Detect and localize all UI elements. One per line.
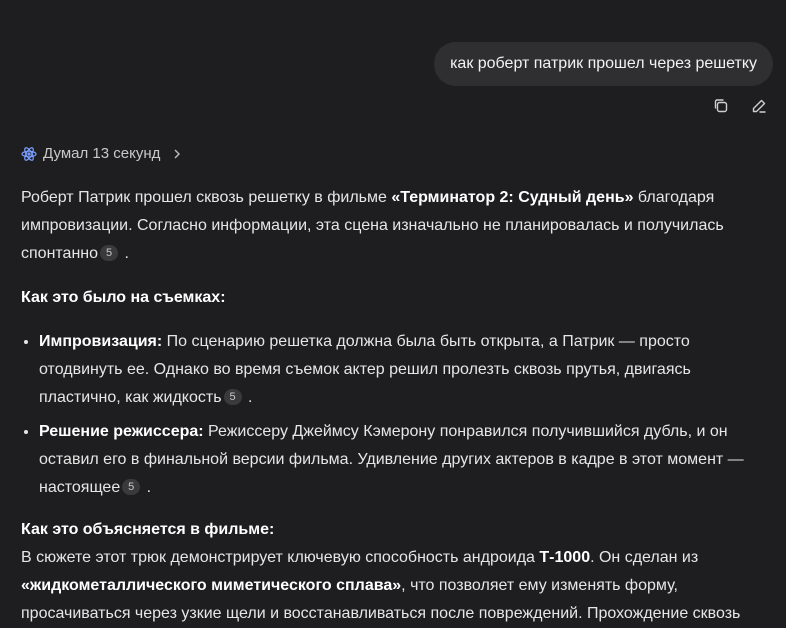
chevron-right-icon	[174, 149, 181, 158]
explanation-text-2: . Он сделан из	[590, 549, 699, 566]
bullet-heading: Импровизация:	[39, 333, 163, 350]
section-explanation-text: В сюжете этот трюк демонстрирует ключеву…	[21, 544, 751, 628]
alloy-name: «жидкометаллического миметического сплав…	[21, 577, 402, 594]
message-actions	[712, 97, 768, 115]
android-name: Т-1000	[539, 549, 591, 566]
user-message-bubble: как роберт патрик прошел через решетку	[434, 42, 773, 86]
bullet-list: Импровизация: По сценарию решетка должна…	[21, 328, 751, 502]
edit-button[interactable]	[750, 97, 768, 115]
section-title-filming: Как это было на съемках:	[21, 289, 226, 306]
assistant-answer: Роберт Патрик прошел сквозь решетку в фи…	[21, 184, 751, 628]
edit-icon	[752, 99, 766, 113]
list-item: Решение режиссера: Режиссеру Джеймсу Кэм…	[39, 418, 751, 502]
atom-icon	[21, 146, 37, 161]
section-title-explanation: Как это объясняется в фильме:	[21, 521, 275, 538]
bullet-heading: Решение режиссера:	[39, 423, 204, 440]
bullet-end: .	[142, 479, 152, 496]
answer-intro: Роберт Патрик прошел сквозь решетку в фи…	[21, 184, 751, 268]
bullet-end: .	[243, 389, 253, 406]
copy-button[interactable]	[712, 97, 730, 115]
list-item: Импровизация: По сценарию решетка должна…	[39, 328, 751, 412]
thinking-label: Думал 13 секунд	[43, 145, 161, 162]
copy-icon	[714, 99, 728, 113]
citation-badge[interactable]: 5	[100, 245, 119, 261]
intro-text-1: Роберт Патрик прошел сквозь решетку в фи…	[21, 189, 392, 206]
user-message-text: как роберт патрик прошел через решетку	[450, 55, 757, 72]
film-title: «Терминатор 2: Судный день»	[391, 189, 634, 206]
citation-badge[interactable]: 5	[122, 479, 141, 495]
citation-badge[interactable]: 5	[223, 389, 242, 405]
intro-text-3: .	[120, 245, 129, 262]
thinking-toggle[interactable]: Думал 13 секунд	[21, 145, 182, 162]
explanation-text-1: В сюжете этот трюк демонстрирует ключеву…	[21, 549, 540, 566]
